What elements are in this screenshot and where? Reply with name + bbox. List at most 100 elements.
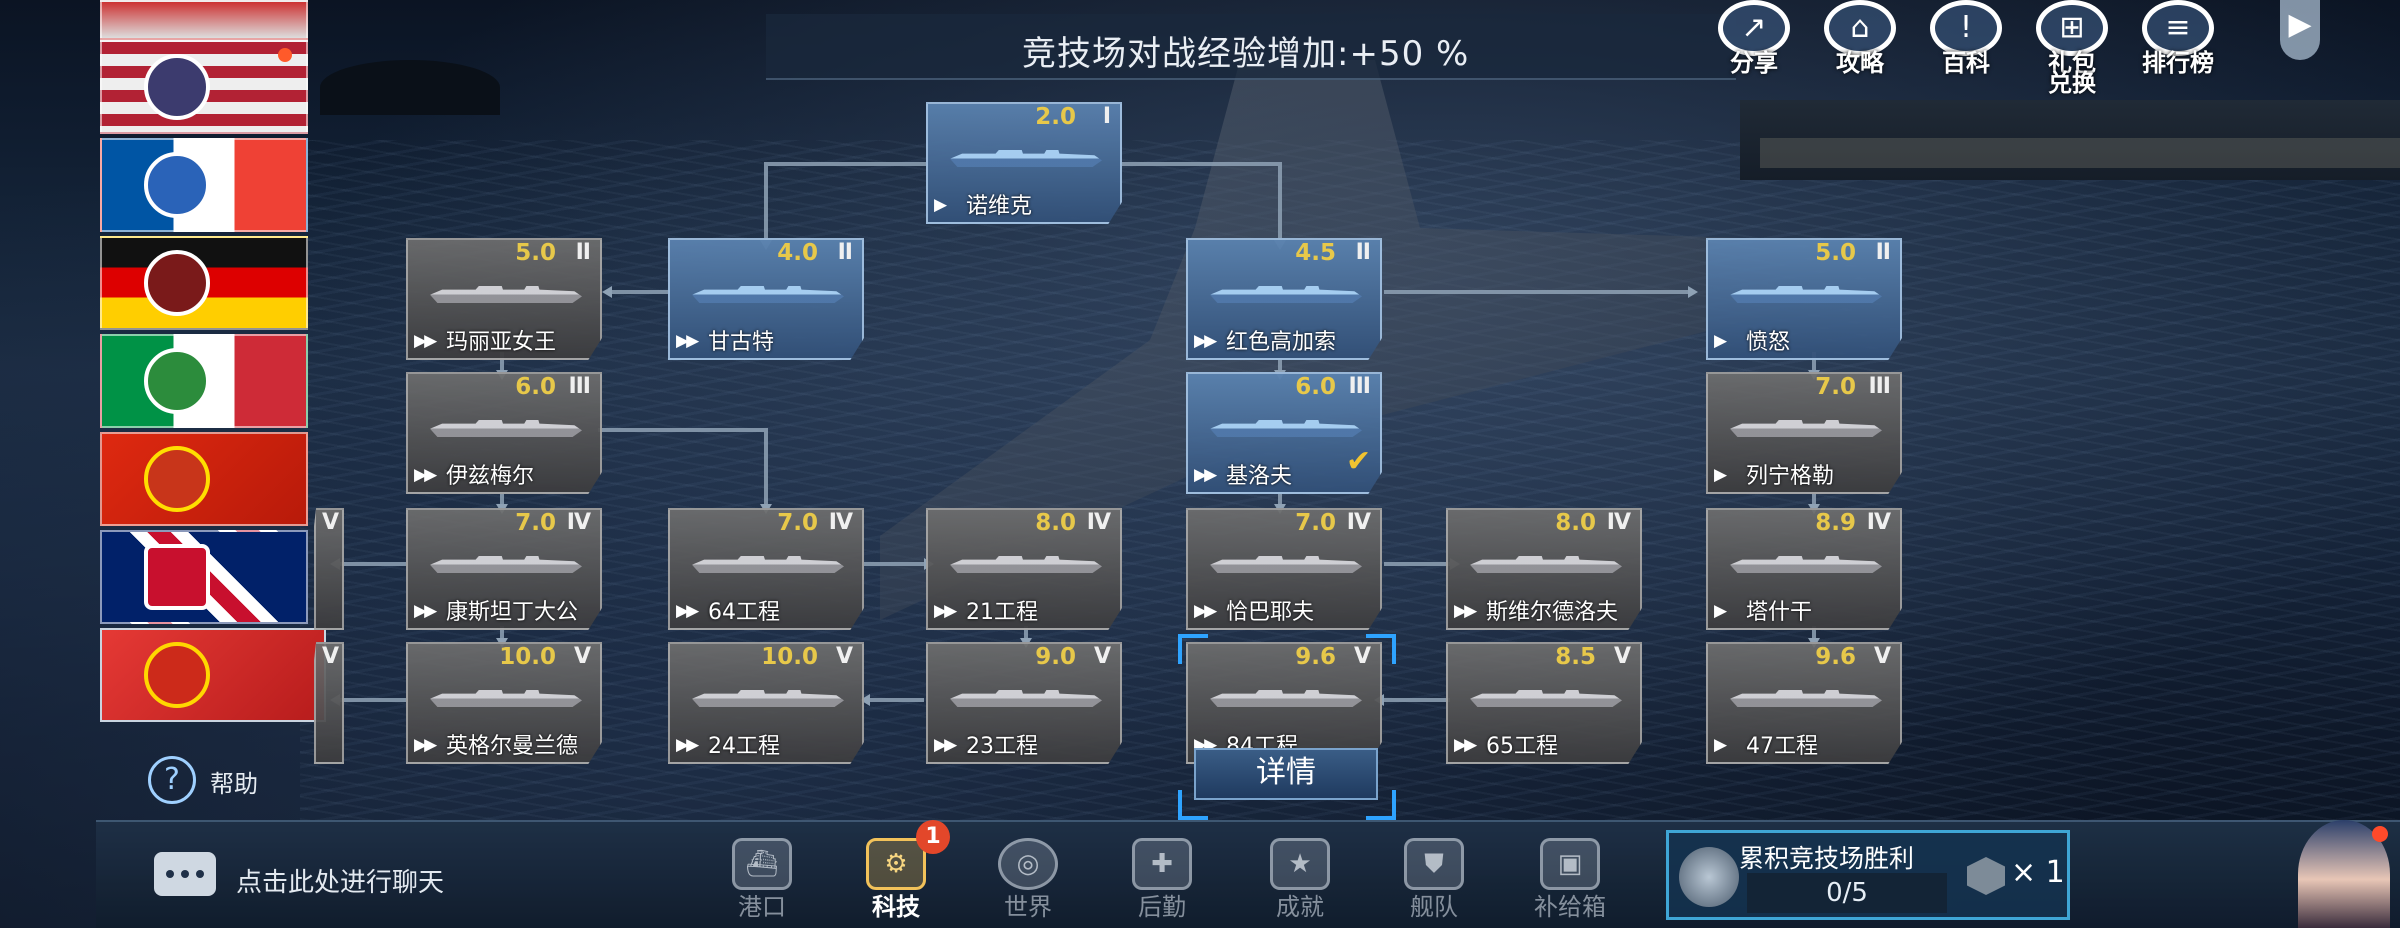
ship-type-icon: ▶▶ [414, 601, 437, 621]
nation-flag-usa[interactable] [100, 40, 308, 134]
iron-cross-emblem-icon [144, 250, 210, 316]
ship-tier: I [1102, 104, 1111, 129]
tech-notification-badge: 1 [916, 820, 950, 854]
ship-image [1730, 680, 1882, 709]
ship-node-konstantin[interactable]: 7.0 IV ▶▶ 康斯坦丁大公 [406, 508, 602, 630]
nav-achievement[interactable]: ★ 成就 [1250, 838, 1350, 926]
encyclopedia-label: 百科 [1942, 49, 1990, 77]
ship-node-gangut[interactable]: 4.0 II ▶▶ 甘古特 [668, 238, 864, 360]
ship-node-gnevny[interactable]: 5.0 II ▶ 愤怒 [1706, 238, 1902, 360]
ship-node-sverdlov[interactable]: 8.0 IV ▶▶ 斯维尔德洛夫 [1446, 508, 1642, 630]
nation-flag-china[interactable] [100, 432, 308, 526]
ship-node-leningrad[interactable]: 7.0 III ▶ 列宁格勒 [1706, 372, 1902, 494]
ship-image [1210, 546, 1362, 575]
ship-tier: IV [1086, 510, 1111, 535]
ship-type-icon: ▶▶ [676, 601, 699, 621]
ship-node-project-24[interactable]: 10.0 V ▶▶ 24工程 [668, 642, 864, 764]
ship-node-partial-v[interactable]: V [314, 642, 344, 764]
game-screen: { "banner": {"text": "竞技场对战经验增加:+50 %"},… [0, 0, 2400, 928]
ship-level: 8.5 [1555, 644, 1596, 670]
ship-type-icon: ▶▶ [1194, 601, 1217, 621]
nation-flag-japan-partial[interactable] [100, 0, 308, 40]
medal-icon [1679, 847, 1739, 907]
ship-node-tashkent[interactable]: 8.9 IV ▶ 塔什干 [1706, 508, 1902, 630]
help-icon[interactable]: ? [148, 756, 196, 804]
gem-icon [1967, 857, 2005, 895]
expand-arrow-button[interactable]: ▶ [2280, 0, 2320, 60]
ranking-button[interactable]: ≡ 排行榜 [2136, 0, 2220, 90]
ship-node-novik[interactable]: 2.0 I ▶ 诺维克 [926, 102, 1122, 224]
guide-button[interactable]: ⌂ 攻略 [1818, 0, 1902, 90]
help-label[interactable]: 帮助 [210, 764, 258, 799]
crown-emblem-icon [144, 544, 210, 610]
ship-name: 愤怒 [1746, 330, 1791, 355]
notification-dot-icon [278, 48, 292, 62]
eagle-emblem-icon [144, 54, 210, 120]
ship-name: 65工程 [1486, 734, 1558, 759]
ship-level: 2.0 [1035, 104, 1076, 130]
dragon-emblem-icon [144, 446, 210, 512]
nav-fleet[interactable]: ⛊ 舰队 [1384, 838, 1484, 926]
nav-harbor-label: 港口 [738, 893, 786, 921]
ship-node-project-21[interactable]: 8.0 IV ▶▶ 21工程 [926, 508, 1122, 630]
nav-world[interactable]: ◎ 世界 [978, 838, 1078, 926]
ship-level: 4.0 [777, 240, 818, 266]
home-icon: ⌂ [1824, 0, 1896, 56]
ship-level: 7.0 [1295, 510, 1336, 536]
nav-logistics[interactable]: ✚ 后勤 [1112, 838, 1212, 926]
logistics-icon: ✚ [1132, 838, 1192, 890]
ship-image [692, 276, 844, 305]
tech-icon: ⚙ [866, 838, 926, 890]
ship-image [692, 546, 844, 575]
ship-tier: II [1875, 240, 1891, 265]
ship-tier: IV [1346, 510, 1371, 535]
ship-name: 64工程 [708, 600, 780, 625]
achievement-icon: ★ [1270, 838, 1330, 890]
nav-supply-box[interactable]: ▣ 补给箱 [1520, 838, 1620, 926]
nation-flag-ussr[interactable] [100, 628, 326, 722]
ship-node-project-64[interactable]: 7.0 IV ▶▶ 64工程 [668, 508, 864, 630]
ship-node-izmail[interactable]: 6.0 III ▶▶ 伊兹梅尔 [406, 372, 602, 494]
gift-redeem-button[interactable]: ⊞ 礼包 兑换 [2030, 0, 2114, 96]
chat-input-prompt[interactable]: 点击此处进行聊天 [236, 862, 444, 899]
ship-image [1470, 546, 1622, 575]
ship-type-icon: ▶▶ [414, 331, 437, 351]
ship-image [430, 410, 582, 439]
ship-node-partial-iv[interactable]: V [314, 508, 344, 630]
gift-label-line2: 兑换 [2048, 69, 2096, 97]
ship-tier: V [1873, 644, 1891, 669]
ship-level: 4.5 [1295, 240, 1336, 266]
ship-node-project-84[interactable]: 9.6 V ▶▶ 84工程 [1186, 642, 1382, 764]
ship-tier: V [1613, 644, 1631, 669]
guide-label: 攻略 [1836, 49, 1884, 77]
ship-image [950, 546, 1102, 575]
encyclopedia-button[interactable]: ! 百科 [1924, 0, 2008, 90]
ship-type-icon: ▶▶ [676, 331, 699, 351]
ship-node-chapayev[interactable]: 7.0 IV ▶▶ 恰巴耶夫 [1186, 508, 1382, 630]
ship-node-krasny-kavkaz[interactable]: 4.5 II ▶▶ 红色高加索 [1186, 238, 1382, 360]
supply-box-icon: ▣ [1540, 838, 1600, 890]
ship-tier: IV [1606, 510, 1631, 535]
ship-level: 6.0 [1295, 374, 1336, 400]
share-button[interactable]: ↗ 分享 [1712, 0, 1796, 90]
arena-victory-reward[interactable]: 累积竞技场胜利 0/5 × 1 [1666, 830, 2070, 920]
ship-name: 诺维克 [966, 194, 1033, 219]
ship-node-project-65[interactable]: 8.5 V ▶▶ 65工程 [1446, 642, 1642, 764]
detail-button[interactable]: 详情 [1194, 748, 1378, 800]
ship-image [430, 276, 582, 305]
ship-level: 7.0 [1815, 374, 1856, 400]
nation-flag-uk[interactable] [100, 530, 308, 624]
nation-flag-germany[interactable] [100, 236, 308, 330]
ship-node-project-47[interactable]: 9.6 V ▶ 47工程 [1706, 642, 1902, 764]
nation-flag-france[interactable] [100, 138, 308, 232]
nav-harbor[interactable]: ⛴ 港口 [712, 838, 812, 926]
reward-title: 累积竞技场胜利 [1739, 844, 1915, 873]
ship-level: 7.0 [777, 510, 818, 536]
ship-node-project-23[interactable]: 9.0 V ▶▶ 23工程 [926, 642, 1122, 764]
chat-bubble-icon[interactable] [154, 852, 216, 896]
ship-node-ingermanland[interactable]: 10.0 V ▶▶ 英格尔曼兰德 [406, 642, 602, 764]
ship-node-imperatritsa-mariya[interactable]: 5.0 II ▶▶ 玛丽亚女王 [406, 238, 602, 360]
nation-flag-italy[interactable] [100, 334, 308, 428]
ship-tier: III [1348, 374, 1371, 399]
ship-name: 列宁格勒 [1746, 464, 1835, 489]
